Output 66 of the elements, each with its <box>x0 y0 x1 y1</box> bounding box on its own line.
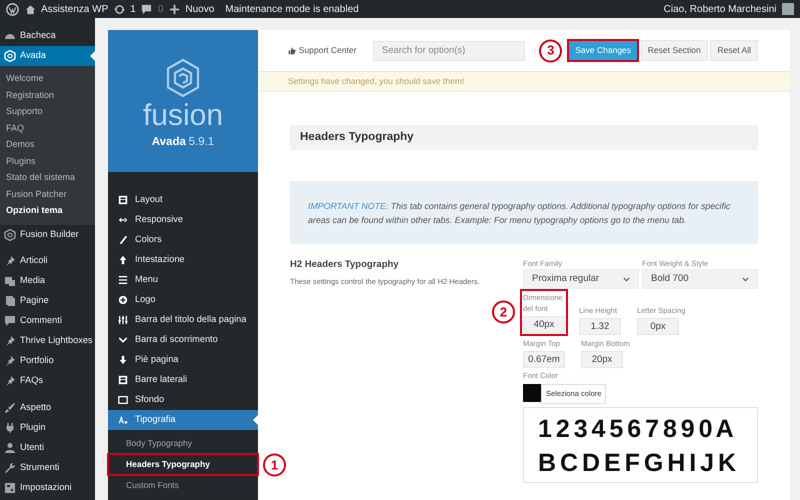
sidebar-item[interactable]: Fusion Builder <box>0 224 95 244</box>
submenu-item[interactable]: Stato del sistema <box>0 169 95 186</box>
options-menu-item[interactable]: Sfondo <box>108 390 258 410</box>
callout-number: 3 <box>539 39 562 62</box>
support-center-link[interactable]: Support Center <box>288 44 356 57</box>
options-menu-item[interactable]: Barre laterali <box>108 370 258 390</box>
sidebar-item[interactable]: Bacheca <box>0 26 95 46</box>
submenu-item[interactable]: Registration <box>0 86 95 103</box>
maintenance-notice[interactable]: Maintenance mode is enabled <box>225 2 359 16</box>
version-number: 5.9.1 <box>188 134 214 150</box>
sidebar-item[interactable]: Utenti <box>0 438 95 458</box>
site-name-link[interactable]: Assistenza WP <box>41 2 108 16</box>
sidebar-item[interactable]: FAQs <box>0 370 95 390</box>
options-menu-item[interactable]: Barra di scorrimento <box>108 330 258 350</box>
options-menu-item[interactable]: Tipografia <box>108 410 258 430</box>
callout-number: 2 <box>492 300 515 324</box>
options-menu-item[interactable]: Responsive <box>108 210 258 230</box>
callout-number: 1 <box>263 453 286 476</box>
submenu-item[interactable]: Demos <box>0 136 95 152</box>
option-button[interactable]: Reset All <box>710 40 758 61</box>
options-menu-item[interactable]: Logo <box>108 290 258 310</box>
sidebar-item[interactable]: Media <box>0 270 95 290</box>
options-menu-item[interactable]: Colors <box>108 230 258 250</box>
dropdown-field[interactable]: Proxima regular <box>523 269 639 289</box>
sidebar-item[interactable]: Articoli <box>0 250 95 270</box>
text-field[interactable]: 0px <box>637 318 679 335</box>
new-link[interactable]: Nuovo <box>185 2 214 16</box>
options-menu-item[interactable]: Intestazione <box>108 250 258 270</box>
submenu-item[interactable]: Supporto <box>0 103 95 120</box>
dropdown-field[interactable]: Bold 700 <box>642 269 758 289</box>
sidebar-item[interactable]: Commenti <box>0 310 95 330</box>
submenu-item[interactable]: Fusion Patcher <box>0 186 95 202</box>
submenu-item[interactable]: Plugins <box>0 152 95 169</box>
sidebar-item[interactable]: Aspetto <box>0 398 95 418</box>
option-title: H2 Headers Typography <box>290 258 400 272</box>
user-greeting[interactable]: Ciao, Roberto Marchesini <box>664 2 776 16</box>
logo-wordmark: fusion <box>142 100 224 131</box>
unsaved-notice: Settings have changed, you should save them! <box>258 72 790 92</box>
product-name: Avada <box>152 134 186 150</box>
preview-text: 1 2 3 4 5 6 7 8 9 0 A <box>538 414 734 445</box>
preview-text: B C D E F G H I J K <box>538 448 736 479</box>
sidebar-item[interactable]: Avada <box>0 46 95 66</box>
submenu-item[interactable]: FAQ <box>0 120 95 136</box>
sidebar-item[interactable]: Strumenti <box>0 458 95 478</box>
options-menu-item[interactable]: Menu <box>108 270 258 290</box>
sidebar-item[interactable]: Pagine <box>0 290 95 310</box>
sidebar-item[interactable]: Portfolio <box>0 350 95 370</box>
text-field[interactable]: 20px <box>581 350 623 368</box>
submenu-item[interactable]: Opzioni tema <box>0 202 95 218</box>
options-menu-item[interactable]: Piè pagina <box>108 350 258 370</box>
text-field[interactable]: 40px <box>523 316 565 333</box>
text-field[interactable]: 1.32 <box>579 318 621 335</box>
options-menu-item[interactable]: Layout <box>108 190 258 210</box>
options-menu-item[interactable]: Barra del titolo della pagina <box>108 310 258 330</box>
sidebar-item[interactable]: Impostazioni <box>0 478 95 498</box>
sidebar-item[interactable]: Plugin <box>0 418 95 438</box>
options-submenu-item[interactable]: Body Typography <box>108 433 258 454</box>
text-field[interactable]: 0.67em <box>523 350 565 368</box>
search-field[interactable]: Search for option(s) <box>372 40 525 60</box>
updates-count[interactable]: 1 <box>130 2 136 16</box>
section-title: Headers Typography <box>290 125 758 150</box>
sidebar-item[interactable]: Thrive Lightboxes <box>0 330 95 350</box>
options-submenu-item[interactable]: Custom Fonts <box>108 475 258 496</box>
note-text: IMPORTANT NOTE: This tab contains general typography options. Additional typography options for specific areas can be found within other tabs. Example: For menu typography options go to the menu tab. <box>308 200 732 226</box>
submenu-item[interactable]: Welcome <box>0 70 95 86</box>
option-button[interactable]: Reset Section <box>640 40 708 61</box>
